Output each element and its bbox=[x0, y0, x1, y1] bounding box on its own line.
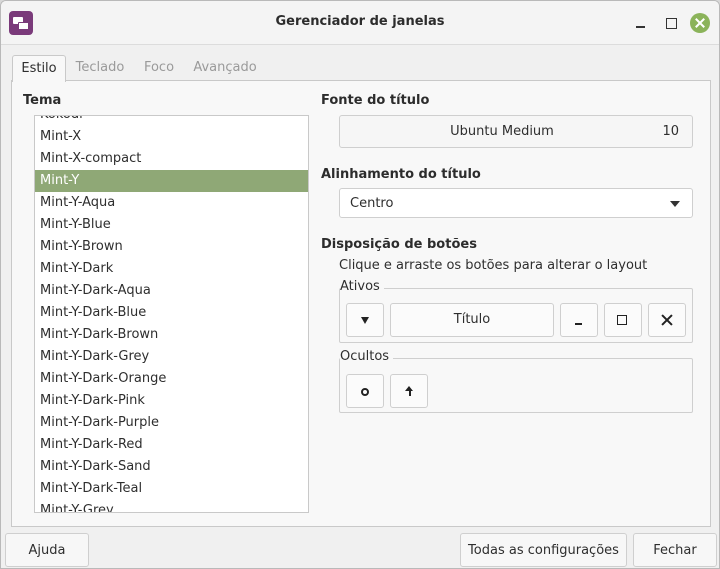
shade-button-slot[interactable] bbox=[390, 374, 428, 408]
titlebar[interactable]: Gerenciador de janelas bbox=[1, 1, 719, 45]
close-button-slot[interactable] bbox=[648, 303, 686, 337]
stick-button-slot[interactable] bbox=[346, 374, 384, 408]
list-item[interactable]: Mint-X-compact bbox=[35, 148, 308, 170]
minimize-icon[interactable] bbox=[631, 13, 651, 33]
close-button-label: Fechar bbox=[653, 543, 697, 558]
list-item[interactable]: Kokodi bbox=[35, 116, 308, 126]
list-item[interactable]: Mint-Y-Brown bbox=[35, 236, 308, 258]
list-item[interactable]: Mint-Y-Dark-Purple bbox=[35, 412, 308, 434]
all-settings-button-label: Todas as configurações bbox=[468, 543, 619, 558]
list-item[interactable]: Mint-Y-Dark-Brown bbox=[35, 324, 308, 346]
list-item[interactable]: Mint-Y-Grey bbox=[35, 500, 308, 512]
active-buttons-label: Ativos bbox=[340, 279, 384, 294]
list-item[interactable]: Mint-X bbox=[35, 126, 308, 148]
list-item-selected[interactable]: Mint-Y bbox=[35, 170, 308, 192]
title-alignment-value: Centro bbox=[350, 196, 394, 211]
title-font-button[interactable]: Ubuntu Medium 10 bbox=[339, 115, 693, 148]
close-window-icon[interactable] bbox=[690, 13, 710, 33]
tab-foco[interactable]: Foco bbox=[137, 55, 181, 81]
theme-list[interactable]: Kokodi Mint-X Mint-X-compact Mint-Y Mint… bbox=[34, 115, 309, 513]
minimize-button-slot[interactable] bbox=[560, 303, 598, 337]
maximize-icon[interactable] bbox=[661, 13, 681, 33]
hidden-buttons-frame: Ocultos bbox=[339, 349, 693, 413]
arrow-up-icon bbox=[405, 386, 414, 397]
list-item[interactable]: Mint-Y-Dark-Orange bbox=[35, 368, 308, 390]
list-item[interactable]: Mint-Y-Dark-Red bbox=[35, 434, 308, 456]
font-name: Ubuntu Medium bbox=[450, 124, 554, 139]
list-item[interactable]: Mint-Y-Dark-Pink bbox=[35, 390, 308, 412]
minimize-icon bbox=[575, 323, 582, 325]
active-buttons-frame: Ativos Título bbox=[339, 279, 693, 343]
list-item[interactable]: Mint-Y-Dark-Grey bbox=[35, 346, 308, 368]
help-button[interactable]: Ajuda bbox=[5, 533, 89, 567]
help-button-label: Ajuda bbox=[28, 543, 66, 558]
window-title: Gerenciador de janelas bbox=[275, 14, 445, 29]
maximize-icon bbox=[617, 315, 627, 325]
font-size: 10 bbox=[662, 124, 679, 139]
tab-teclado[interactable]: Teclado bbox=[70, 55, 130, 81]
list-item[interactable]: Mint-Y-Dark-Blue bbox=[35, 302, 308, 324]
theme-label: Tema bbox=[23, 93, 62, 108]
menu-button-slot[interactable] bbox=[346, 303, 384, 337]
title-alignment-dropdown[interactable]: Centro bbox=[339, 188, 693, 218]
all-settings-button[interactable]: Todas as configurações bbox=[460, 533, 627, 567]
title-button-label: Título bbox=[453, 312, 491, 327]
title-button-slot[interactable]: Título bbox=[390, 303, 554, 337]
list-item[interactable]: Mint-Y-Dark-Sand bbox=[35, 456, 308, 478]
title-alignment-label: Alinhamento do título bbox=[321, 167, 481, 182]
window-manager-dialog: Gerenciador de janelas Estilo Teclado Fo… bbox=[0, 0, 720, 569]
button-layout-label: Disposição de botões bbox=[321, 237, 477, 252]
list-item[interactable]: Mint-Y-Dark-Teal bbox=[35, 478, 308, 500]
close-icon bbox=[660, 313, 674, 327]
list-item[interactable]: Mint-Y-Aqua bbox=[35, 192, 308, 214]
list-item[interactable]: Mint-Y-Blue bbox=[35, 214, 308, 236]
tab-estilo[interactable]: Estilo bbox=[12, 55, 66, 82]
button-layout-hint: Clique e arraste os botões para alterar … bbox=[339, 258, 648, 273]
title-font-label: Fonte do título bbox=[321, 93, 430, 108]
chevron-down-icon bbox=[670, 201, 680, 207]
maximize-button-slot[interactable] bbox=[604, 303, 642, 337]
list-item[interactable]: Mint-Y-Dark bbox=[35, 258, 308, 280]
hidden-buttons-label: Ocultos bbox=[340, 349, 394, 364]
circle-icon bbox=[361, 388, 369, 396]
tab-avancado[interactable]: Avançado bbox=[189, 55, 261, 81]
list-item[interactable]: Mint-Y-Dark-Aqua bbox=[35, 280, 308, 302]
close-button[interactable]: Fechar bbox=[633, 533, 717, 567]
menu-arrow-icon bbox=[361, 317, 369, 324]
